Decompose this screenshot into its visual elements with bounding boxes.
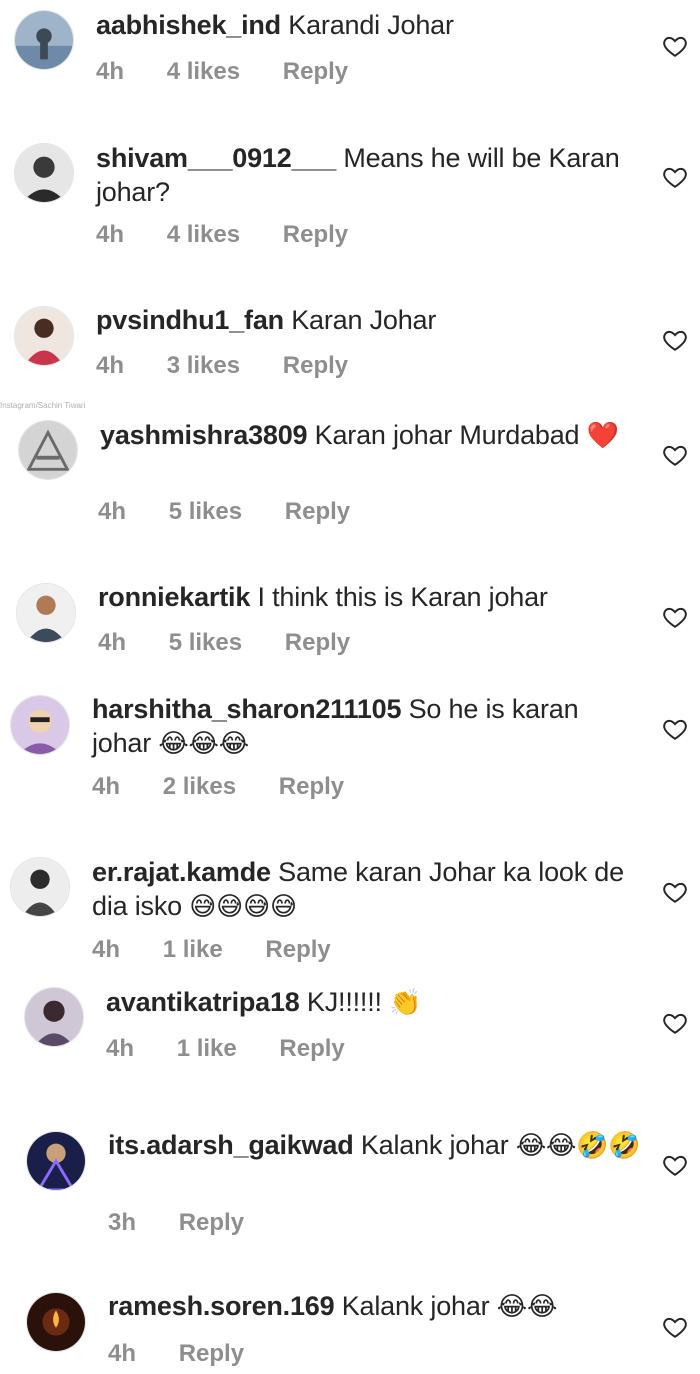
comment-likes[interactable]: 1 like bbox=[163, 936, 223, 963]
comment-time: 3h bbox=[108, 1209, 137, 1236]
reply-button[interactable]: Reply bbox=[285, 498, 350, 525]
comment-time: 4h bbox=[96, 221, 125, 248]
reply-button[interactable]: Reply bbox=[265, 936, 330, 963]
user-avatar[interactable] bbox=[10, 857, 70, 917]
comment-username[interactable]: aabhishek_ind bbox=[96, 10, 281, 40]
reply-button[interactable]: Reply bbox=[179, 1340, 244, 1367]
heart-outline-icon[interactable] bbox=[662, 164, 688, 190]
comment-likes[interactable]: 2 likes bbox=[163, 773, 236, 800]
comment-likes[interactable]: 3 likes bbox=[167, 352, 240, 379]
user-avatar[interactable] bbox=[26, 1292, 86, 1352]
comment-username[interactable]: ramesh.soren.169 bbox=[108, 1291, 335, 1321]
heart-outline-icon[interactable] bbox=[662, 1314, 688, 1340]
comment-text: Karan johar Murdabad bbox=[314, 420, 580, 450]
comment-username[interactable]: ronniekartik bbox=[98, 582, 250, 612]
comment-emoji: 😅😅😅😅 bbox=[189, 892, 297, 922]
comment-time: 4h bbox=[92, 936, 121, 963]
heart-outline-icon[interactable] bbox=[662, 1010, 688, 1036]
heart-outline-icon[interactable] bbox=[662, 1152, 688, 1178]
user-avatar[interactable] bbox=[26, 1131, 86, 1191]
comment-emoji: 😂😂😂 bbox=[158, 729, 249, 759]
photo-credit: Instagram/Sachin Tiwari bbox=[0, 401, 86, 410]
heart-outline-icon[interactable] bbox=[662, 879, 688, 905]
user-avatar[interactable] bbox=[24, 987, 84, 1047]
comment-likes[interactable]: 1 like bbox=[177, 1035, 237, 1062]
heart-emoji: ❤️ bbox=[586, 421, 619, 451]
comment-emoji: 😂😂🤣🤣 bbox=[515, 1131, 641, 1161]
comment-text: Karan Johar bbox=[291, 305, 437, 335]
comment-time: 4h bbox=[96, 58, 125, 85]
heart-outline-icon[interactable] bbox=[662, 604, 688, 630]
user-avatar[interactable] bbox=[14, 143, 74, 203]
comment-username[interactable]: yashmishra3809 bbox=[100, 420, 308, 450]
comment-likes[interactable]: 4 likes bbox=[167, 58, 240, 85]
heart-outline-icon[interactable] bbox=[662, 442, 688, 468]
comment-username[interactable]: shivam___0912___ bbox=[96, 143, 336, 173]
user-avatar[interactable] bbox=[14, 306, 74, 366]
heart-outline-icon[interactable] bbox=[662, 33, 688, 59]
comment-time: 4h bbox=[106, 1035, 135, 1062]
comment-text: Kalank johar bbox=[341, 1291, 490, 1321]
comment-likes[interactable]: 4 likes bbox=[167, 221, 240, 248]
user-avatar[interactable] bbox=[14, 10, 74, 70]
comment-username[interactable]: avantikatripa18 bbox=[106, 987, 300, 1017]
comment-time: 4h bbox=[92, 773, 121, 800]
user-avatar[interactable] bbox=[18, 420, 78, 480]
comment-emoji: 😂😂 bbox=[496, 1292, 558, 1322]
reply-button[interactable]: Reply bbox=[283, 58, 348, 85]
comment-time: 4h bbox=[96, 352, 125, 379]
reply-button[interactable]: Reply bbox=[283, 221, 348, 248]
heart-outline-icon[interactable] bbox=[662, 716, 688, 742]
reply-button[interactable]: Reply bbox=[279, 773, 344, 800]
comment-username[interactable]: pvsindhu1_fan bbox=[96, 305, 284, 335]
clap-emoji: 👏 bbox=[389, 988, 422, 1018]
heart-outline-icon[interactable] bbox=[662, 327, 688, 353]
comment-text: Kalank johar bbox=[360, 1130, 509, 1160]
user-avatar[interactable] bbox=[10, 695, 70, 755]
reply-button[interactable]: Reply bbox=[179, 1209, 244, 1236]
comment-username[interactable]: harshitha_sharon211105 bbox=[92, 694, 401, 724]
reply-button[interactable]: Reply bbox=[283, 352, 348, 379]
comment-likes[interactable]: 5 likes bbox=[169, 629, 242, 656]
comment-text: KJ!!!!!! bbox=[306, 987, 382, 1017]
user-avatar[interactable] bbox=[16, 583, 76, 643]
reply-button[interactable]: Reply bbox=[285, 629, 350, 656]
comment-time: 4h bbox=[98, 498, 127, 525]
comment-text: Karandi Johar bbox=[288, 10, 454, 40]
comment-time: 4h bbox=[108, 1340, 137, 1367]
comment-text: I think this is Karan johar bbox=[257, 582, 548, 612]
comment-username[interactable]: its.adarsh_gaikwad bbox=[108, 1130, 354, 1160]
comment-likes[interactable]: 5 likes bbox=[169, 498, 242, 525]
reply-button[interactable]: Reply bbox=[279, 1035, 344, 1062]
comment-username[interactable]: er.rajat.kamde bbox=[92, 857, 271, 887]
comment-time: 4h bbox=[98, 629, 127, 656]
